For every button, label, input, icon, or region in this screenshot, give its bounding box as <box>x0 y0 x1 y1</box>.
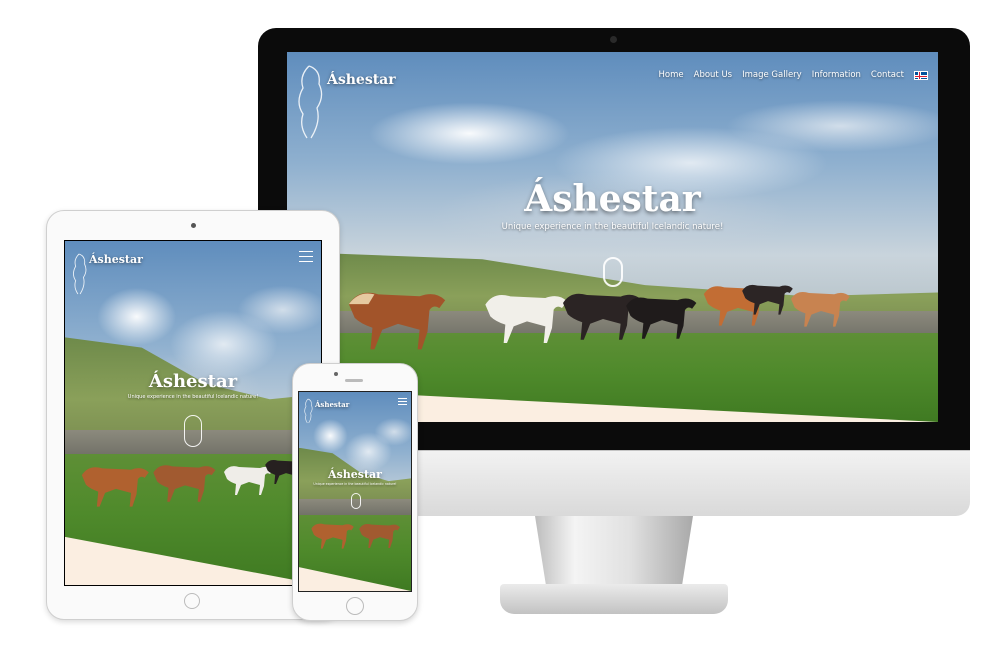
scroll-down-icon[interactable] <box>184 415 202 447</box>
hero-tagline: Unique experience in the beautiful Icela… <box>127 394 259 400</box>
ipad-home-button <box>184 593 200 609</box>
nav-contact[interactable]: Contact <box>871 70 904 80</box>
imac-stand-neck <box>535 516 693 586</box>
site-logo-text[interactable]: Áshestar <box>89 253 143 266</box>
horse-image <box>619 278 705 348</box>
site-logo-text[interactable]: Áshestar <box>327 72 396 88</box>
hero-title: Áshestar <box>328 468 382 481</box>
nav-information[interactable]: Information <box>812 70 861 80</box>
horse-logo-icon <box>304 398 313 424</box>
desktop-nav: Home About Us Image Gallery Information … <box>659 70 928 80</box>
iphone-home-button <box>346 597 364 615</box>
scroll-down-icon[interactable] <box>351 493 361 509</box>
horse-image <box>307 512 359 554</box>
imac-stand-foot <box>500 584 728 614</box>
iphone-speaker <box>345 379 363 382</box>
mobile-hero: Áshestar Áshestar Unique experience in t… <box>298 391 412 592</box>
scroll-down-icon[interactable] <box>603 257 623 287</box>
iphone-camera-icon <box>334 372 338 376</box>
hero-title: Áshestar <box>148 371 238 392</box>
imac-camera-icon <box>610 36 617 43</box>
horse-image <box>785 276 857 334</box>
ipad-camera-icon <box>191 223 196 228</box>
nav-image-gallery[interactable]: Image Gallery <box>742 70 802 80</box>
nav-home[interactable]: Home <box>659 70 684 80</box>
horse-logo-icon <box>298 65 323 139</box>
horse-image <box>355 512 405 554</box>
hero-tagline: Unique experience in the beautiful Icela… <box>313 482 397 486</box>
horse-image <box>75 449 157 515</box>
horse-image <box>147 447 223 511</box>
site-logo-text[interactable]: Áshestar <box>315 400 349 409</box>
hero-tagline: Unique experience in the beautiful Icela… <box>501 222 724 232</box>
hamburger-menu-icon[interactable] <box>299 251 313 262</box>
nav-about-us[interactable]: About Us <box>694 70 732 80</box>
iceland-flag-icon[interactable] <box>914 70 928 80</box>
hero-title: Áshestar <box>524 178 701 220</box>
horse-image <box>339 274 457 354</box>
hamburger-menu-icon[interactable] <box>398 398 407 409</box>
tablet-hero: Áshestar Áshestar Unique experience in t… <box>64 240 322 586</box>
horse-logo-icon <box>73 253 87 295</box>
